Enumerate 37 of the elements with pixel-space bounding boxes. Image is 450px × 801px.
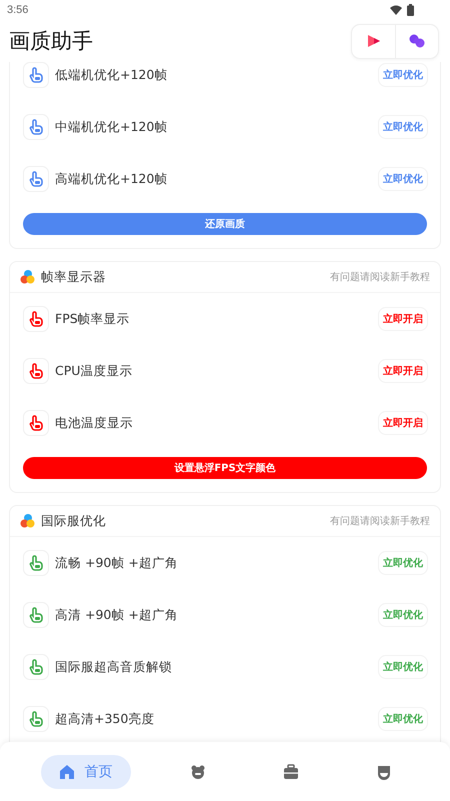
item-label: CPU温度显示 bbox=[55, 362, 132, 380]
item-label: 高端机优化+120帧 bbox=[55, 170, 168, 188]
footer-button[interactable]: 设置悬浮FPS文字颜色 bbox=[23, 457, 427, 479]
home-tab[interactable]: 首页 bbox=[40, 754, 130, 788]
action-button[interactable]: 立即优化 bbox=[378, 603, 428, 627]
action-button[interactable]: 立即优化 bbox=[378, 655, 428, 679]
item-label: 国际服超高音质解锁 bbox=[55, 658, 172, 676]
action-button[interactable]: 立即开启 bbox=[378, 411, 428, 435]
action-button[interactable]: 立即优化 bbox=[378, 551, 428, 575]
item-label: 高清 +90帧 +超广角 bbox=[55, 606, 178, 624]
item-label: FPS帧率显示 bbox=[55, 310, 130, 328]
battery-icon bbox=[407, 4, 414, 16]
action-button[interactable]: 立即优化 bbox=[378, 167, 428, 191]
item-label: 低端机优化+120帧 bbox=[55, 66, 168, 84]
section-title: 国际服优化 bbox=[41, 512, 106, 530]
shield-icon bbox=[376, 764, 392, 780]
home-icon bbox=[58, 764, 74, 780]
bear-face-icon bbox=[190, 764, 206, 780]
item-label: 中端机优化+120帧 bbox=[55, 118, 168, 136]
status-time: 3:56 bbox=[7, 4, 28, 16]
action-button[interactable]: 立即优化 bbox=[378, 63, 428, 87]
action-button[interactable]: 立即开启 bbox=[378, 359, 428, 383]
wifi-icon bbox=[390, 5, 402, 15]
tutorial-link[interactable]: 有问题请阅读新手教程 bbox=[330, 514, 430, 528]
app-title: 画质助手 bbox=[9, 28, 93, 55]
footer-button[interactable]: 还原画质 bbox=[23, 213, 427, 235]
section-title: 帧率显示器 bbox=[41, 268, 106, 286]
action-button[interactable]: 立即优化 bbox=[378, 707, 428, 731]
item-label: 电池温度显示 bbox=[55, 414, 133, 432]
action-button[interactable]: 立即开启 bbox=[378, 307, 428, 331]
action-button[interactable]: 立即优化 bbox=[378, 115, 428, 139]
item-label: 超高清+350亮度 bbox=[55, 710, 154, 728]
section-icon bbox=[20, 270, 35, 284]
briefcase-icon bbox=[282, 764, 298, 780]
tutorial-link[interactable]: 有问题请阅读新手教程 bbox=[330, 270, 430, 284]
item-label: 流畅 +90帧 +超广角 bbox=[55, 554, 178, 572]
section-icon bbox=[20, 514, 35, 528]
